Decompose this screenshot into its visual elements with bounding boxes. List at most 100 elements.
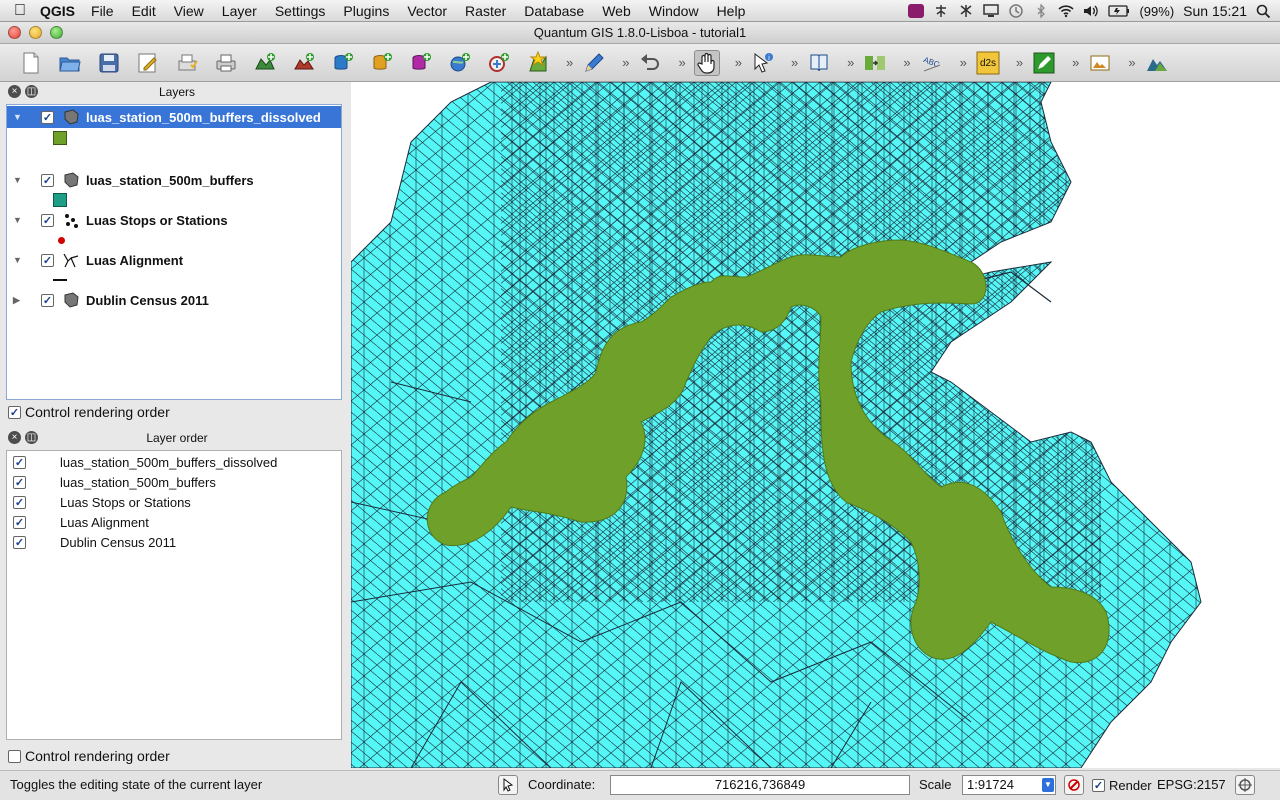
zoom-window-button[interactable] bbox=[50, 26, 63, 39]
layer-row-buffers-dissolved[interactable]: ▼ ✓ luas_station_500m_buffers_dissolved bbox=[7, 106, 341, 128]
new-shapefile-layer-button[interactable] bbox=[525, 50, 551, 76]
map-canvas[interactable] bbox=[351, 82, 1280, 768]
list-item[interactable]: ✓ Luas Alignment bbox=[13, 512, 149, 532]
crs-button[interactable] bbox=[1235, 775, 1255, 795]
stop-render-button[interactable] bbox=[1064, 775, 1084, 795]
add-mssql-layer-button[interactable] bbox=[408, 50, 434, 76]
status-app-icon[interactable] bbox=[908, 4, 925, 18]
layer-row-luas-alignment[interactable]: ▼ ✓ Luas Alignment bbox=[7, 249, 341, 271]
layer-row-dublin-census[interactable]: ▶ ✓ Dublin Census 2011 bbox=[7, 289, 341, 311]
expand-triangle-icon[interactable]: ▼ bbox=[13, 175, 25, 185]
render-checkbox[interactable]: ✓ bbox=[1092, 779, 1105, 792]
add-wms-layer-button[interactable] bbox=[447, 50, 473, 76]
layer-visibility-checkbox[interactable]: ✓ bbox=[41, 213, 54, 227]
render-toggle[interactable]: ✓ Render bbox=[1092, 778, 1152, 793]
close-window-button[interactable] bbox=[8, 26, 21, 39]
menu-settings[interactable]: Settings bbox=[267, 3, 336, 19]
new-print-composer-button[interactable] bbox=[174, 50, 200, 76]
menu-view[interactable]: View bbox=[166, 3, 214, 19]
collapse-triangle-icon[interactable]: ▶ bbox=[13, 295, 25, 306]
menu-window[interactable]: Window bbox=[641, 3, 709, 19]
float-panel-icon[interactable]: ◫ bbox=[25, 431, 38, 444]
list-item[interactable]: ✓ Dublin Census 2011 bbox=[13, 532, 176, 552]
toolbar-overflow-2[interactable]: » bbox=[622, 55, 629, 70]
layer-order-checkbox[interactable]: ✓ bbox=[13, 455, 26, 469]
raster-tool-button[interactable] bbox=[862, 50, 888, 76]
map-svg[interactable] bbox=[351, 82, 1280, 768]
close-panel-icon[interactable]: × bbox=[8, 85, 21, 98]
image-plugin-button[interactable] bbox=[1087, 50, 1113, 76]
add-vector-layer-button[interactable] bbox=[252, 50, 278, 76]
expand-triangle-icon[interactable]: ▼ bbox=[13, 255, 25, 265]
float-panel-icon[interactable]: ◫ bbox=[25, 85, 38, 98]
layer-visibility-checkbox[interactable]: ✓ bbox=[41, 173, 54, 187]
plugin-tool-button[interactable] bbox=[1031, 50, 1057, 76]
menu-database[interactable]: Database bbox=[516, 3, 594, 19]
toolbar-overflow-9[interactable]: » bbox=[1016, 55, 1023, 70]
menu-edit[interactable]: Edit bbox=[124, 3, 166, 19]
save-as-button[interactable] bbox=[135, 50, 161, 76]
add-wcs-layer-button[interactable] bbox=[486, 50, 512, 76]
expand-triangle-icon[interactable]: ▼ bbox=[13, 112, 25, 122]
expand-triangle-icon[interactable]: ▼ bbox=[13, 215, 25, 225]
list-item[interactable]: ✓ Luas Stops or Stations bbox=[13, 492, 191, 512]
volume-icon[interactable] bbox=[1083, 4, 1099, 18]
menu-plugins[interactable]: Plugins bbox=[335, 3, 399, 19]
label-tool-button[interactable]: ABC bbox=[919, 50, 945, 76]
layer-order-checkbox[interactable]: ✓ bbox=[13, 475, 26, 489]
time-machine-icon[interactable] bbox=[1008, 4, 1024, 18]
layer-row-luas-stops[interactable]: ▼ ✓ Luas Stops or Stations bbox=[7, 209, 341, 231]
battery-icon[interactable] bbox=[1108, 4, 1130, 18]
toolbar-overflow-7[interactable]: » bbox=[903, 55, 910, 70]
sync-icon[interactable] bbox=[958, 4, 974, 18]
scale-combo[interactable]: 1:91724 ▼ bbox=[962, 775, 1056, 795]
toolbar-overflow-10[interactable]: » bbox=[1072, 55, 1079, 70]
composer-manager-button[interactable] bbox=[213, 50, 239, 76]
wifi-icon[interactable] bbox=[1058, 4, 1075, 18]
projection-globe-icon[interactable] bbox=[1235, 775, 1255, 795]
layer-visibility-checkbox[interactable]: ✓ bbox=[41, 110, 54, 124]
control-rendering-order-checkbox[interactable] bbox=[8, 749, 21, 763]
toolbar-overflow-8[interactable]: » bbox=[960, 55, 967, 70]
add-postgis-layer-button[interactable] bbox=[330, 50, 356, 76]
save-project-button[interactable] bbox=[96, 50, 122, 76]
menu-raster[interactable]: Raster bbox=[457, 3, 516, 19]
toolbar-overflow-1[interactable]: » bbox=[566, 55, 573, 70]
menu-layer[interactable]: Layer bbox=[214, 3, 267, 19]
apple-menu-icon[interactable]:  bbox=[0, 2, 40, 20]
control-rendering-order-bottom[interactable]: Control rendering order bbox=[8, 748, 170, 764]
list-item[interactable]: ✓ luas_station_500m_buffers_dissolved bbox=[13, 452, 277, 472]
stop-rendering-icon[interactable] bbox=[1064, 775, 1084, 795]
toolbar-overflow-4[interactable]: » bbox=[735, 55, 742, 70]
layer-row-buffers[interactable]: ▼ ✓ luas_station_500m_buffers bbox=[7, 169, 341, 191]
open-project-button[interactable] bbox=[57, 50, 83, 76]
close-panel-icon[interactable]: × bbox=[8, 431, 21, 444]
spotlight-search-icon[interactable] bbox=[1256, 4, 1272, 19]
chevron-down-icon[interactable]: ▼ bbox=[1042, 778, 1054, 792]
control-rendering-order-top[interactable]: ✓ Control rendering order bbox=[8, 404, 170, 420]
coordinate-field[interactable]: 716216,736849 bbox=[610, 775, 910, 795]
help-contents-button[interactable] bbox=[806, 50, 832, 76]
display-icon[interactable] bbox=[983, 4, 1000, 18]
layer-order-checkbox[interactable]: ✓ bbox=[13, 535, 26, 549]
toggle-extents-button[interactable] bbox=[498, 775, 518, 795]
toggle-editing-button[interactable] bbox=[581, 50, 607, 76]
scale-field[interactable]: 1:91724 ▼ bbox=[962, 775, 1056, 795]
layer-visibility-checkbox[interactable]: ✓ bbox=[41, 293, 54, 307]
pan-map-button[interactable] bbox=[693, 49, 720, 76]
menu-help[interactable]: Help bbox=[709, 3, 756, 19]
toolbar-overflow-5[interactable]: » bbox=[791, 55, 798, 70]
menu-file[interactable]: File bbox=[83, 3, 124, 19]
menu-web[interactable]: Web bbox=[594, 3, 641, 19]
add-raster-layer-button[interactable] bbox=[291, 50, 317, 76]
layer-order-checkbox[interactable]: ✓ bbox=[13, 495, 26, 509]
undo-button[interactable] bbox=[637, 50, 663, 76]
minimize-window-button[interactable] bbox=[29, 26, 42, 39]
layer-order-checkbox[interactable]: ✓ bbox=[13, 515, 26, 529]
crs-status[interactable]: EPSG:2157 bbox=[1157, 777, 1226, 792]
d2s-plugin-button[interactable]: d2s bbox=[975, 50, 1001, 76]
list-item[interactable]: ✓ luas_station_500m_buffers bbox=[13, 472, 216, 492]
toolbar-overflow-6[interactable]: » bbox=[847, 55, 854, 70]
mouse-pointer-icon[interactable] bbox=[498, 775, 518, 795]
new-project-button[interactable] bbox=[18, 50, 44, 76]
